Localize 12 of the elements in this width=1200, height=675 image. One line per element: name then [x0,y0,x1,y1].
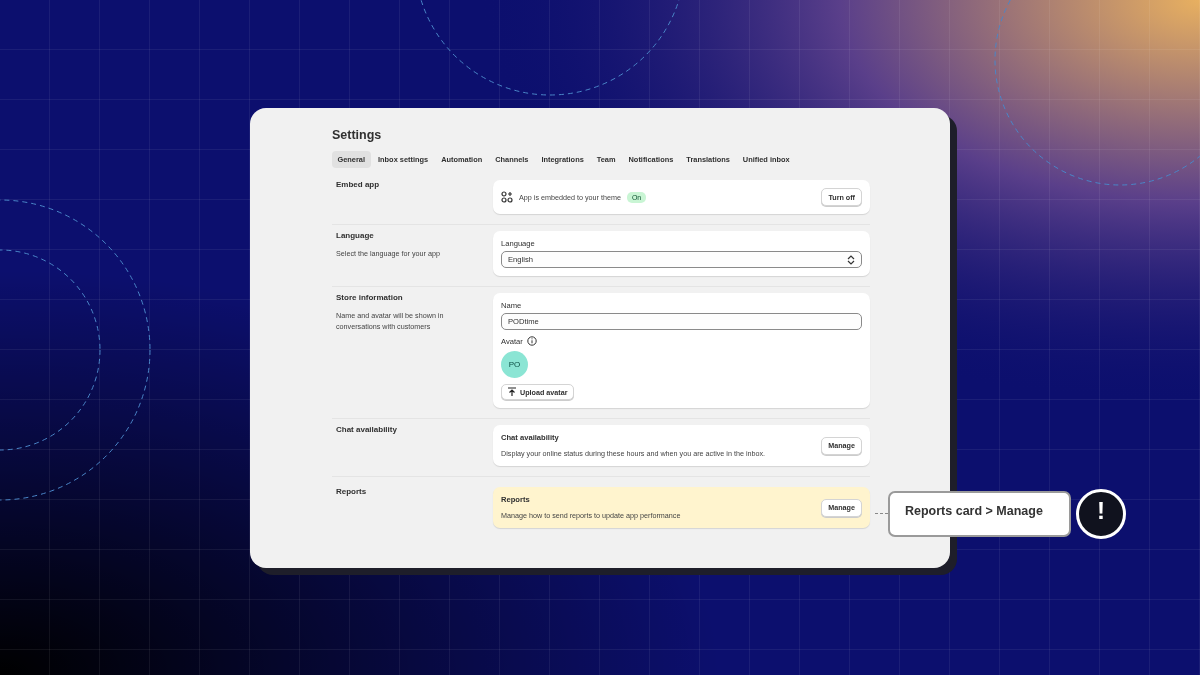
info-icon [526,336,537,346]
section-heading: Reports [336,487,368,496]
section-heading: Store information [336,293,404,302]
callout-label: Reports card > Manage [888,491,1071,537]
avatar: PO [501,351,528,378]
chevron-icon [847,254,855,265]
page-title: Settings [332,128,383,142]
section-heading: Language [336,231,375,240]
apps-icon [501,191,513,203]
upload-icon [507,387,517,397]
section-heading: Embed app [336,180,381,189]
section-heading: Chat availability [336,425,398,434]
